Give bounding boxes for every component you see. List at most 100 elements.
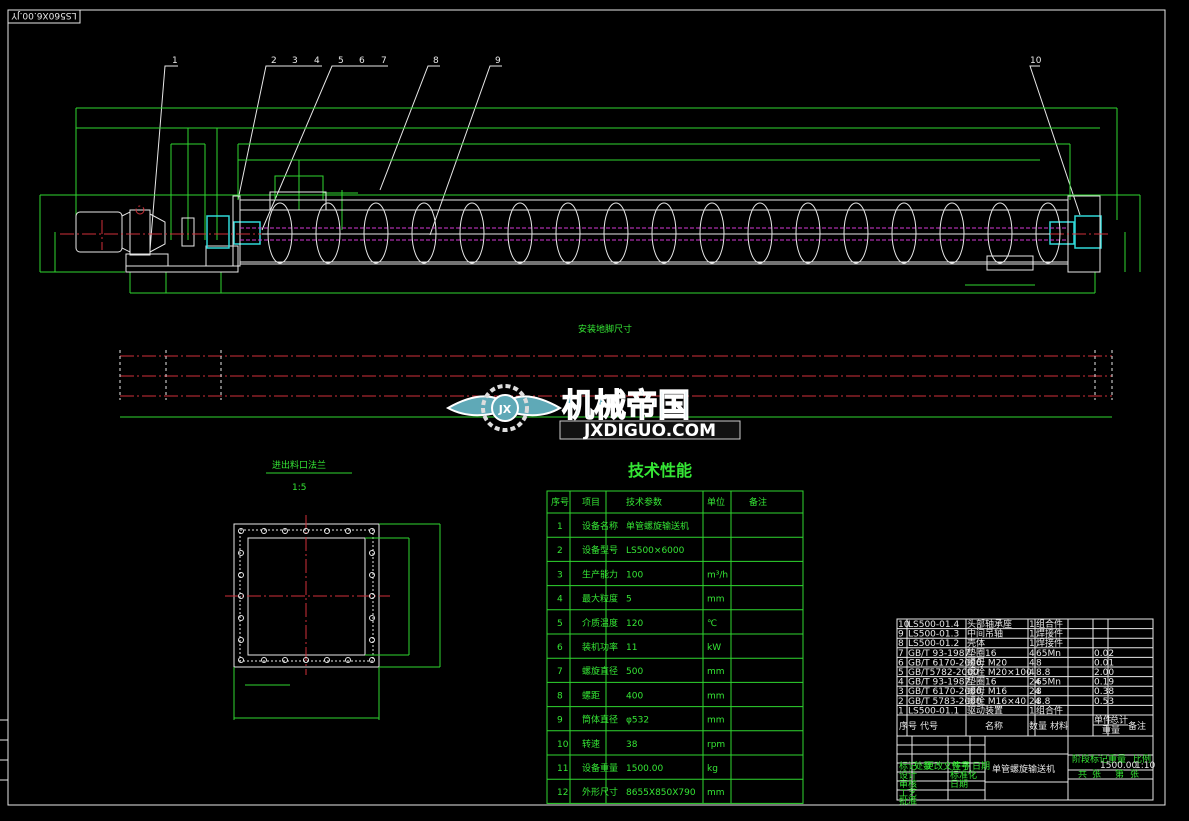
parts-header: 名称: [985, 720, 1003, 732]
tech-cell: 设备名称: [582, 520, 618, 532]
bolt-hole: [369, 615, 375, 621]
screw-flight: [459, 202, 485, 264]
screw-flight: [315, 202, 341, 264]
tech-cell: LS500×6000: [626, 546, 685, 556]
tech-cell: 1: [557, 522, 563, 532]
tech-cell: 4: [557, 595, 563, 605]
tech-cell: ℃: [707, 619, 717, 629]
bolt-hole: [324, 528, 330, 534]
tech-table: 序号 项目 技术参数 单位 备注 1 设备名称 单管螺旋输送机 2 设备型号 LS500×6000 3…: [546, 490, 804, 804]
tech-cell: 螺距: [582, 690, 600, 701]
bolt-hole: [282, 528, 288, 534]
screw-flight: [939, 202, 965, 264]
bolt-hole: [238, 528, 244, 534]
tech-cell: 9: [557, 716, 563, 726]
bolt-hole: [238, 572, 244, 578]
tech-cell: 500: [626, 667, 643, 677]
bolt-hole: [324, 657, 330, 663]
screw-flight: [891, 202, 917, 264]
tech-table-title: 技术性能: [628, 461, 692, 480]
tech-cell: 11: [626, 643, 637, 653]
watermark-cn: 机械帝国: [562, 386, 690, 424]
bolt-hole: [345, 528, 351, 534]
tech-cell: 100: [626, 570, 643, 580]
tb-sheet: 张: [1130, 769, 1139, 780]
parts-header: 备注: [1128, 720, 1146, 732]
bolt-hole: [238, 657, 244, 663]
balloon-1: 1: [172, 56, 178, 66]
tech-cell: mm: [707, 667, 725, 677]
screw-flight: [843, 202, 869, 264]
parts-header: 序号: [899, 720, 917, 732]
flange-title: 进出料口法兰: [272, 459, 326, 471]
tech-cell: rpm: [707, 740, 725, 750]
tech-cell: 装机功率: [582, 641, 618, 653]
tech-cell: φ532: [626, 716, 649, 726]
drawing-number: LS560X6.00.JY: [11, 10, 77, 20]
tech-cell: mm: [707, 716, 725, 726]
install-label: 安装地脚尺寸: [578, 323, 632, 335]
tech-cell: 最大粒度: [582, 593, 618, 605]
screw-flight: [411, 202, 437, 264]
balloon-4: 4: [314, 56, 320, 66]
balloon-8: 8: [433, 56, 439, 66]
screw-flight: [747, 202, 773, 264]
tech-cell: 120: [626, 619, 643, 629]
title-block: 单管螺旋输送机 标记 处数 更改文件号 签字 日期 设计 审核 工艺 批准 标准…: [896, 735, 1155, 807]
balloon-10: 10: [1030, 56, 1042, 66]
tech-cell: mm: [707, 595, 725, 605]
tech-cell: 2: [557, 546, 563, 556]
tech-cell: 38: [626, 740, 638, 750]
product-name: 单管螺旋输送机: [992, 763, 1055, 775]
bolt-hole: [369, 637, 375, 643]
parts-header: 材料: [1050, 720, 1068, 732]
bolt-hole: [369, 528, 375, 534]
bolt-hole: [282, 657, 288, 663]
tech-cell: 生产能力: [582, 568, 618, 580]
tech-cell: kW: [707, 643, 721, 653]
screw-flight: [1035, 202, 1061, 264]
tech-cell: 设备型号: [582, 544, 618, 556]
tech-header: 项目: [582, 497, 600, 508]
parts-header: 数量: [1029, 720, 1047, 732]
tech-cell: mm: [707, 691, 725, 701]
bolt-hole: [238, 615, 244, 621]
parts-header: 总计: [1110, 714, 1128, 726]
tb-label: 日期: [950, 779, 968, 790]
bolt-hole: [369, 550, 375, 556]
screw-flight: [555, 202, 581, 264]
cad-drawing: LS560X6.00.JY 1 2 3 4 5 6 7 8 9 10 安装地脚尺…: [0, 9, 1166, 807]
tech-cell: 设备重量: [582, 762, 618, 774]
tech-cell: 10: [557, 740, 569, 750]
tech-header: 单位: [707, 496, 725, 508]
tech-cell: 单管螺旋输送机: [626, 520, 689, 532]
tech-cell: 5: [557, 619, 563, 629]
screw-flight: [603, 202, 629, 264]
bearing-seat-right: [1074, 215, 1102, 249]
tech-cell: 1500.00: [626, 764, 663, 774]
flange-scale: 1:5: [292, 483, 306, 493]
screw-flights: [262, 202, 1061, 264]
parts-header: 代号: [920, 721, 938, 732]
balloon-7: 7: [381, 56, 387, 66]
tech-cell: 11: [557, 764, 568, 774]
balloon-9: 9: [495, 56, 501, 66]
parts-weight-label: 重量: [1102, 724, 1120, 736]
tech-cell: 12: [557, 788, 568, 798]
screw-flight: [795, 202, 821, 264]
bolt-hole: [238, 637, 244, 643]
gearbox: [129, 209, 151, 256]
tech-cell: m³/h: [707, 570, 728, 580]
bolt-hole: [369, 657, 375, 663]
bolt-hole: [238, 550, 244, 556]
tb-sheet: 共: [1078, 769, 1087, 780]
tech-header: 技术参数: [626, 496, 662, 508]
screw-flight: [507, 202, 533, 264]
parts-list: 10LS500-01.4 头部轴承座 1 组合件9 LS500-01.3 中间吊轴 1 焊接件…: [896, 618, 1154, 737]
tech-cell: mm: [707, 788, 725, 798]
tech-cell: 8655X850X790: [626, 788, 696, 798]
tech-cell: 400: [626, 691, 643, 701]
tech-cell: 介质温度: [582, 617, 618, 629]
tech-cell: 转速: [582, 738, 600, 750]
balloon-3: 3: [292, 56, 298, 66]
